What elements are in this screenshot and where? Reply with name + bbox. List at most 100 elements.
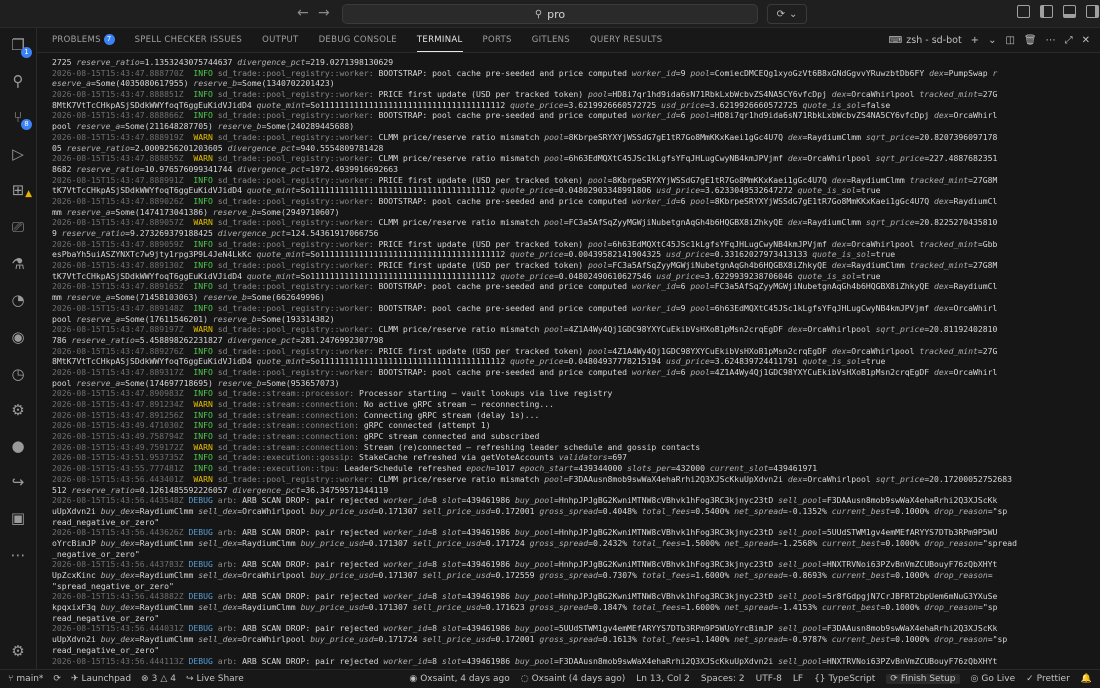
terminal-line: 8MtK7VtTcCHkpASjSDdkWWYfoqT6ggEuKidVJidD… <box>52 356 886 367</box>
trash-icon[interactable]: 🗑 <box>1024 35 1037 46</box>
chevron-down-icon: ⌄ <box>789 8 798 20</box>
run-debug-icon[interactable]: ▷ <box>9 145 27 163</box>
cursor-position[interactable]: Ln 13, Col 2 <box>636 674 690 684</box>
branch-indicator[interactable]: ⑂ main* <box>8 674 43 684</box>
tab-query-results[interactable]: QUERY RESULTS <box>590 28 663 52</box>
terminal-line: "spread_negative_or_zero" <box>52 580 174 591</box>
check-double-icon: ✓ <box>1026 674 1034 684</box>
source-control-badge: 8 <box>21 119 32 130</box>
terminal-line: 2725 reserve_ratio=1.1353243075744637 di… <box>52 57 394 67</box>
docker-icon[interactable]: ⚙ <box>9 401 27 419</box>
tab-badge: 7 <box>103 34 115 45</box>
authorship-item[interactable]: ◌ Oxsaint (4 days ago) <box>521 674 626 684</box>
terminal-line: uUpXdvn2i buy_dex=RaydiumClmm sell_dex=O… <box>52 505 1008 516</box>
indentation[interactable]: Spaces: 2 <box>701 674 745 684</box>
terminal-line: 2026-08-15T15:43:47.889057Z WARN sd_trad… <box>52 217 998 228</box>
terminal-line: pool reserve_a=Some(211648287705) reserv… <box>52 121 355 132</box>
remote-explorer-icon[interactable]: ⎚ <box>9 218 27 236</box>
tab-label: GITLENS <box>531 35 570 45</box>
blame-item[interactable]: ◉ Oxsaint, 4 days ago <box>409 674 509 684</box>
terminal-line: 2026-08-15T15:43:47.888770Z INFO sd_trad… <box>52 67 998 78</box>
source-control-icon[interactable]: ⑂ 8 <box>9 108 32 130</box>
explorer-icon[interactable]: ❐ 1 <box>9 36 32 58</box>
shell-label: zsh - sd-bot <box>906 34 962 46</box>
terminal-line: 2026-08-15T15:43:47.888991Z INFO sd_trad… <box>52 174 998 185</box>
notifications-item[interactable]: 🔔 <box>1081 674 1092 684</box>
search-icon[interactable]: ⚲ <box>9 72 27 90</box>
terminal-output[interactable]: 2725 reserve_ratio=1.1353243075744637 di… <box>52 57 1092 668</box>
back-arrow-icon[interactable]: ← <box>297 5 309 21</box>
finish-setup-item[interactable]: ⟳ Finish Setup <box>886 674 960 684</box>
toggle-panel-icon[interactable] <box>1063 5 1076 18</box>
tab-label: SPELL CHECKER ISSUES <box>134 35 243 45</box>
more-icon[interactable]: ⋯ <box>1046 35 1056 46</box>
tab-gitlens[interactable]: GITLENS <box>532 28 570 52</box>
package-icon[interactable]: ▣ <box>9 509 27 527</box>
terminal-line: 2026-08-15T15:43:56.443548Z DEBUG arb: A… <box>52 495 998 506</box>
maximize-panel-icon[interactable]: ⤢ <box>1065 35 1073 46</box>
customize-layout-icon[interactable] <box>1017 5 1030 18</box>
terminal-line: 2026-08-15T15:43:49.759172Z WARN sd_trad… <box>52 441 701 452</box>
github-icon[interactable]: ● <box>9 437 27 455</box>
go-live-item[interactable]: ◎ Go Live <box>971 674 1016 684</box>
terminal-shell-selector[interactable]: ⌨ zsh - sd-bot <box>889 35 962 46</box>
title-bar: ← → ⚲ pro ⟳ ⌄ <box>0 0 1100 28</box>
prettier-item[interactable]: ✓ Prettier <box>1026 674 1070 684</box>
terminal-line: esPbaYh5uiASZYNXTc7w9jty1rpg3P9L4JeN4LkK… <box>52 249 896 260</box>
edge-devtools-icon[interactable]: ◔ <box>9 291 27 309</box>
extensions-icon[interactable]: ⊞ ▲ <box>9 181 32 199</box>
tab-label: OUTPUT <box>262 35 299 45</box>
problems-indicator[interactable]: ⊗ 3 △ 4 <box>141 674 176 684</box>
forward-arrow-icon[interactable]: → <box>318 5 330 21</box>
launchpad-item[interactable]: ✈ Launchpad <box>71 674 131 684</box>
branch-label: main* <box>16 674 44 684</box>
terminal-line: mm reserve_a=Some(1474173041386) reserve… <box>52 206 340 217</box>
terminal-line: uUpXdvn2i buy_dex=RaydiumClmm sell_dex=O… <box>52 634 1008 645</box>
terminal-line: pool reserve_a=Some(17611546201) reserve… <box>52 313 335 324</box>
terminal-line: 2026-08-15T15:43:56.443626Z DEBUG arb: A… <box>52 527 998 538</box>
toggle-primary-sidebar-icon[interactable] <box>1040 5 1053 18</box>
terminal-line: read_negative_or_zero" <box>52 612 160 623</box>
command-center-search[interactable]: ⚲ pro <box>342 4 758 24</box>
timeline-icon[interactable]: ◷ <box>9 365 27 383</box>
terminal-line: 2026-08-15T15:43:47.889197Z WARN sd_trad… <box>52 324 998 335</box>
tab-spell-checker-issues[interactable]: SPELL CHECKER ISSUES <box>135 28 243 52</box>
copilot-button[interactable]: ⟳ ⌄ <box>767 4 807 24</box>
line-ending[interactable]: LF <box>793 674 803 684</box>
terminal-line: oYrcBimJP buy_dex=RaydiumClmm sell_dex=R… <box>52 537 1017 548</box>
live-share-item[interactable]: ↪ Live Share <box>186 674 244 684</box>
authorship-label: Oxsaint (4 days ago) <box>531 674 626 684</box>
language-mode[interactable]: {} TypeScript <box>814 674 875 684</box>
more-icon[interactable]: ⋯ <box>9 546 27 564</box>
sync-indicator[interactable]: ⟳ <box>53 674 61 684</box>
terminal-line: 8MtK7VtTcCHkpASjSDdkWWYfoqT6ggEuKidVJidD… <box>52 99 891 110</box>
search-icon: ⚲ <box>534 8 543 20</box>
terminal-line: _negative_or_zero" <box>52 548 140 559</box>
tab-output[interactable]: OUTPUT <box>262 28 298 52</box>
gitlens-icon[interactable]: ◉ <box>9 328 27 346</box>
split-terminal-icon[interactable]: ◫ <box>1005 35 1014 46</box>
settings-gear-icon[interactable]: ⚙ <box>9 642 27 660</box>
tab-ports[interactable]: PORTS <box>483 28 512 52</box>
terminal-line: 2026-08-15T15:43:56.444113Z DEBUG arb: A… <box>52 655 998 666</box>
broadcast-icon: ◎ <box>970 674 979 684</box>
terminal-line: 2026-08-15T15:43:56.443783Z DEBUG arb: A… <box>52 559 998 570</box>
copilot-icon: ⟳ <box>890 674 898 684</box>
toggle-secondary-sidebar-icon[interactable] <box>1086 5 1099 18</box>
encoding[interactable]: UTF-8 <box>756 674 782 684</box>
testing-icon[interactable]: ⚗ <box>9 255 27 273</box>
new-terminal-icon[interactable]: + <box>971 35 979 46</box>
close-icon[interactable]: ✕ <box>1082 35 1090 46</box>
activity-bar: ❐ 1 ⚲ ⑂ 8 ▷ ⊞ ▲ ⎚ ⚗ ◔ ◉ ◷ ⚙ ● ↪ ▣ ⋯ ⚙ <box>0 28 37 670</box>
terminal-line: 2026-08-15T15:43:47.889026Z INFO sd_trad… <box>52 195 998 206</box>
tab-problems[interactable]: PROBLEMS 7 <box>52 28 115 52</box>
braces-icon: {} <box>814 674 826 684</box>
live-share-label: Live Share <box>196 674 244 684</box>
terminal-line: 2026-08-15T15:43:47.889276Z INFO sd_trad… <box>52 345 998 356</box>
sync-icon: ⟳ <box>53 674 61 684</box>
tab-terminal[interactable]: TERMINAL <box>416 28 463 52</box>
terminal-line: 2026-08-15T15:43:47.890983Z INFO sd_trad… <box>52 388 613 399</box>
chevron-down-icon[interactable]: ⌄ <box>988 35 996 46</box>
live-share-icon[interactable]: ↪ <box>9 473 27 491</box>
tab-debug-console[interactable]: DEBUG CONSOLE <box>319 28 397 52</box>
